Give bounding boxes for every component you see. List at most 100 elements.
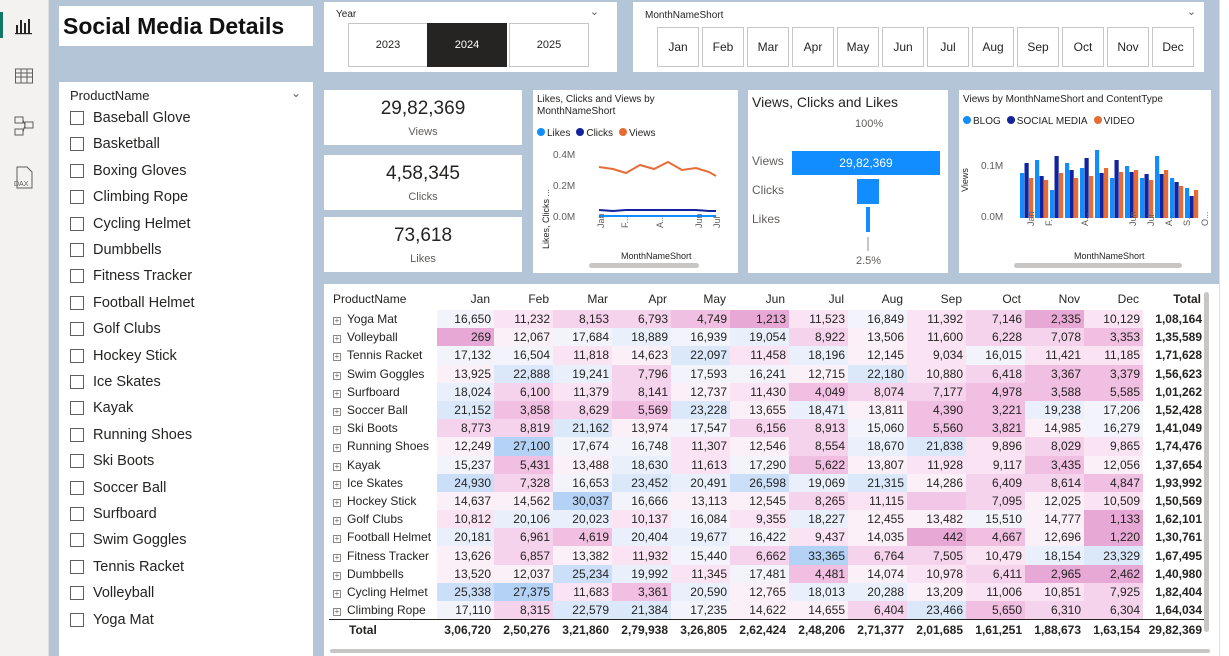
social-media-bar[interactable] — [1174, 182, 1179, 218]
row-header-cell[interactable]: + Tennis Racket — [329, 346, 437, 365]
dax-query-icon[interactable]: DAX — [10, 164, 38, 192]
checkbox[interactable] — [70, 401, 84, 416]
row-header-cell[interactable]: + Running Shoes — [329, 437, 437, 456]
expand-icon[interactable]: + — [333, 353, 341, 362]
line-chart-scrollbar[interactable] — [589, 263, 699, 268]
blog-bar[interactable] — [1035, 160, 1040, 218]
row-header-cell[interactable]: + Dumbbells — [329, 564, 437, 583]
table-row[interactable]: + Surfboard 18,024 6,100 11,379 8,141 12,737 11… — [329, 382, 1205, 401]
model-view-icon[interactable] — [10, 112, 38, 140]
table-row[interactable]: + Dumbbells 13,520 12,037 25,234 19,992 11,345… — [329, 564, 1205, 583]
row-header-cell[interactable]: + Fitness Tracker — [329, 546, 437, 565]
checkbox[interactable] — [70, 190, 84, 205]
month-option-may[interactable]: May — [837, 27, 879, 67]
row-header-cell[interactable]: + Ice Skates — [329, 473, 437, 492]
funnel-chart[interactable]: Views, Clicks and Likes 100% Views Click… — [748, 90, 948, 273]
video-bar[interactable] — [1194, 190, 1199, 218]
product-slicer-item[interactable]: Dumbbells — [70, 239, 162, 261]
blog-bar[interactable] — [1020, 173, 1025, 218]
blog-bar[interactable] — [1125, 166, 1130, 218]
matrix-column-header[interactable]: Jun — [730, 288, 789, 310]
row-header-cell[interactable]: + Climbing Rope — [329, 601, 437, 620]
row-header-cell[interactable]: + Swim Goggles — [329, 364, 437, 383]
expand-icon[interactable]: + — [333, 535, 341, 544]
matrix-column-header[interactable]: Nov — [1025, 288, 1084, 310]
product-slicer-item[interactable]: Kayak — [70, 397, 133, 419]
product-slicer-item[interactable]: Hockey Stick — [70, 345, 177, 367]
matrix-column-header[interactable]: Oct — [966, 288, 1025, 310]
row-header-cell[interactable]: + Hockey Stick — [329, 491, 437, 511]
month-option-dec[interactable]: Dec — [1152, 27, 1194, 67]
checkbox[interactable] — [70, 612, 84, 627]
checkbox[interactable] — [70, 111, 84, 125]
expand-icon[interactable]: + — [333, 571, 341, 580]
product-slicer-item[interactable]: Cycling Helmet — [70, 213, 191, 235]
expand-icon[interactable]: + — [333, 517, 341, 526]
product-slicer-item[interactable]: Football Helmet — [70, 292, 195, 314]
product-slicer-item[interactable]: Volleyball — [70, 582, 154, 604]
table-row[interactable]: + Cycling Helmet 25,338 27,375 11,683 3,361 20… — [329, 582, 1205, 601]
matrix-column-header[interactable]: Apr — [612, 288, 671, 310]
checkbox[interactable] — [70, 243, 84, 257]
matrix-horizontal-scrollbar[interactable] — [330, 649, 1210, 653]
year-option-2025[interactable]: 2025 — [509, 23, 589, 67]
matrix-column-header[interactable]: Feb — [494, 288, 553, 310]
table-row[interactable]: + Kayak 15,237 5,431 13,488 18,630 11,613 17,29… — [329, 455, 1205, 474]
matrix-column-header[interactable]: Mar — [553, 288, 612, 310]
checkbox[interactable] — [70, 454, 84, 469]
blog-bar[interactable] — [1095, 150, 1100, 218]
year-option-2024[interactable]: 2024 — [427, 23, 507, 67]
chevron-down-icon[interactable]: ⌄ — [1187, 5, 1196, 18]
expand-icon[interactable]: + — [333, 317, 341, 326]
table-row[interactable]: + Ice Skates 24,930 7,328 16,653 23,452 20,491… — [329, 473, 1205, 492]
social-media-bar[interactable] — [1069, 170, 1074, 218]
product-slicer-item[interactable]: Boxing Gloves — [70, 160, 187, 182]
month-option-aug[interactable]: Aug — [972, 27, 1014, 67]
social-media-bar[interactable] — [1084, 158, 1089, 218]
video-bar[interactable] — [1164, 170, 1169, 218]
table-row[interactable]: + Running Shoes 12,249 27,100 17,674 16,748 11… — [329, 437, 1205, 456]
table-row[interactable]: + Hockey Stick 14,637 14,562 30,037 16,666 13,… — [329, 491, 1205, 511]
report-view-icon[interactable] — [10, 12, 38, 40]
product-slicer-item[interactable]: Baseball Glove — [70, 107, 191, 129]
checkbox[interactable] — [70, 427, 84, 442]
product-slicer-item[interactable]: Surfboard — [70, 503, 157, 525]
expand-icon[interactable]: + — [333, 498, 341, 507]
checkbox[interactable] — [70, 586, 84, 601]
month-option-feb[interactable]: Feb — [702, 27, 744, 67]
checkbox[interactable] — [70, 295, 84, 310]
table-row[interactable]: + Climbing Rope 17,110 8,315 22,579 21,384 17,… — [329, 601, 1205, 620]
blog-bar[interactable] — [1080, 168, 1085, 218]
checkbox[interactable] — [70, 163, 84, 178]
checkbox[interactable] — [70, 375, 84, 389]
month-option-nov[interactable]: Nov — [1107, 27, 1149, 67]
matrix-column-header[interactable]: Dec — [1084, 288, 1143, 310]
row-header-cell[interactable]: + Yoga Mat — [329, 310, 437, 329]
checkbox[interactable] — [70, 216, 84, 231]
social-media-bar[interactable] — [1039, 176, 1044, 218]
row-header-cell[interactable]: + Surfboard — [329, 382, 437, 401]
blog-bar[interactable] — [1065, 163, 1070, 218]
row-header-cell[interactable]: + Soccer Ball — [329, 400, 437, 420]
social-media-bar[interactable] — [1054, 156, 1059, 218]
table-row[interactable]: + Tennis Racket 17,132 16,504 11,818 14,623 22… — [329, 346, 1205, 365]
expand-icon[interactable]: + — [333, 389, 341, 398]
matrix-column-header[interactable]: Jan — [437, 288, 494, 310]
row-header-cell[interactable]: + Golf Clubs — [329, 510, 437, 529]
checkbox[interactable] — [70, 269, 84, 284]
checkbox[interactable] — [70, 322, 84, 337]
expand-icon[interactable]: + — [333, 589, 341, 598]
blog-bar[interactable] — [1155, 156, 1160, 218]
social-media-bar[interactable] — [1159, 174, 1164, 218]
clustered-bar-chart[interactable]: Views by MonthNameShort and ContentType … — [959, 90, 1211, 273]
month-option-oct[interactable]: Oct — [1062, 27, 1104, 67]
social-media-bar[interactable] — [1144, 174, 1149, 218]
month-option-jan[interactable]: Jan — [657, 27, 699, 67]
matrix-column-header[interactable]: Jul — [789, 288, 848, 310]
chevron-down-icon[interactable]: ⌄ — [291, 86, 301, 100]
month-option-apr[interactable]: Apr — [792, 27, 834, 67]
product-slicer-item[interactable]: Climbing Rope — [70, 186, 188, 208]
product-slicer-item[interactable]: Tennis Racket — [70, 556, 184, 578]
expand-icon[interactable]: + — [333, 371, 341, 380]
expand-icon[interactable]: + — [333, 480, 341, 489]
